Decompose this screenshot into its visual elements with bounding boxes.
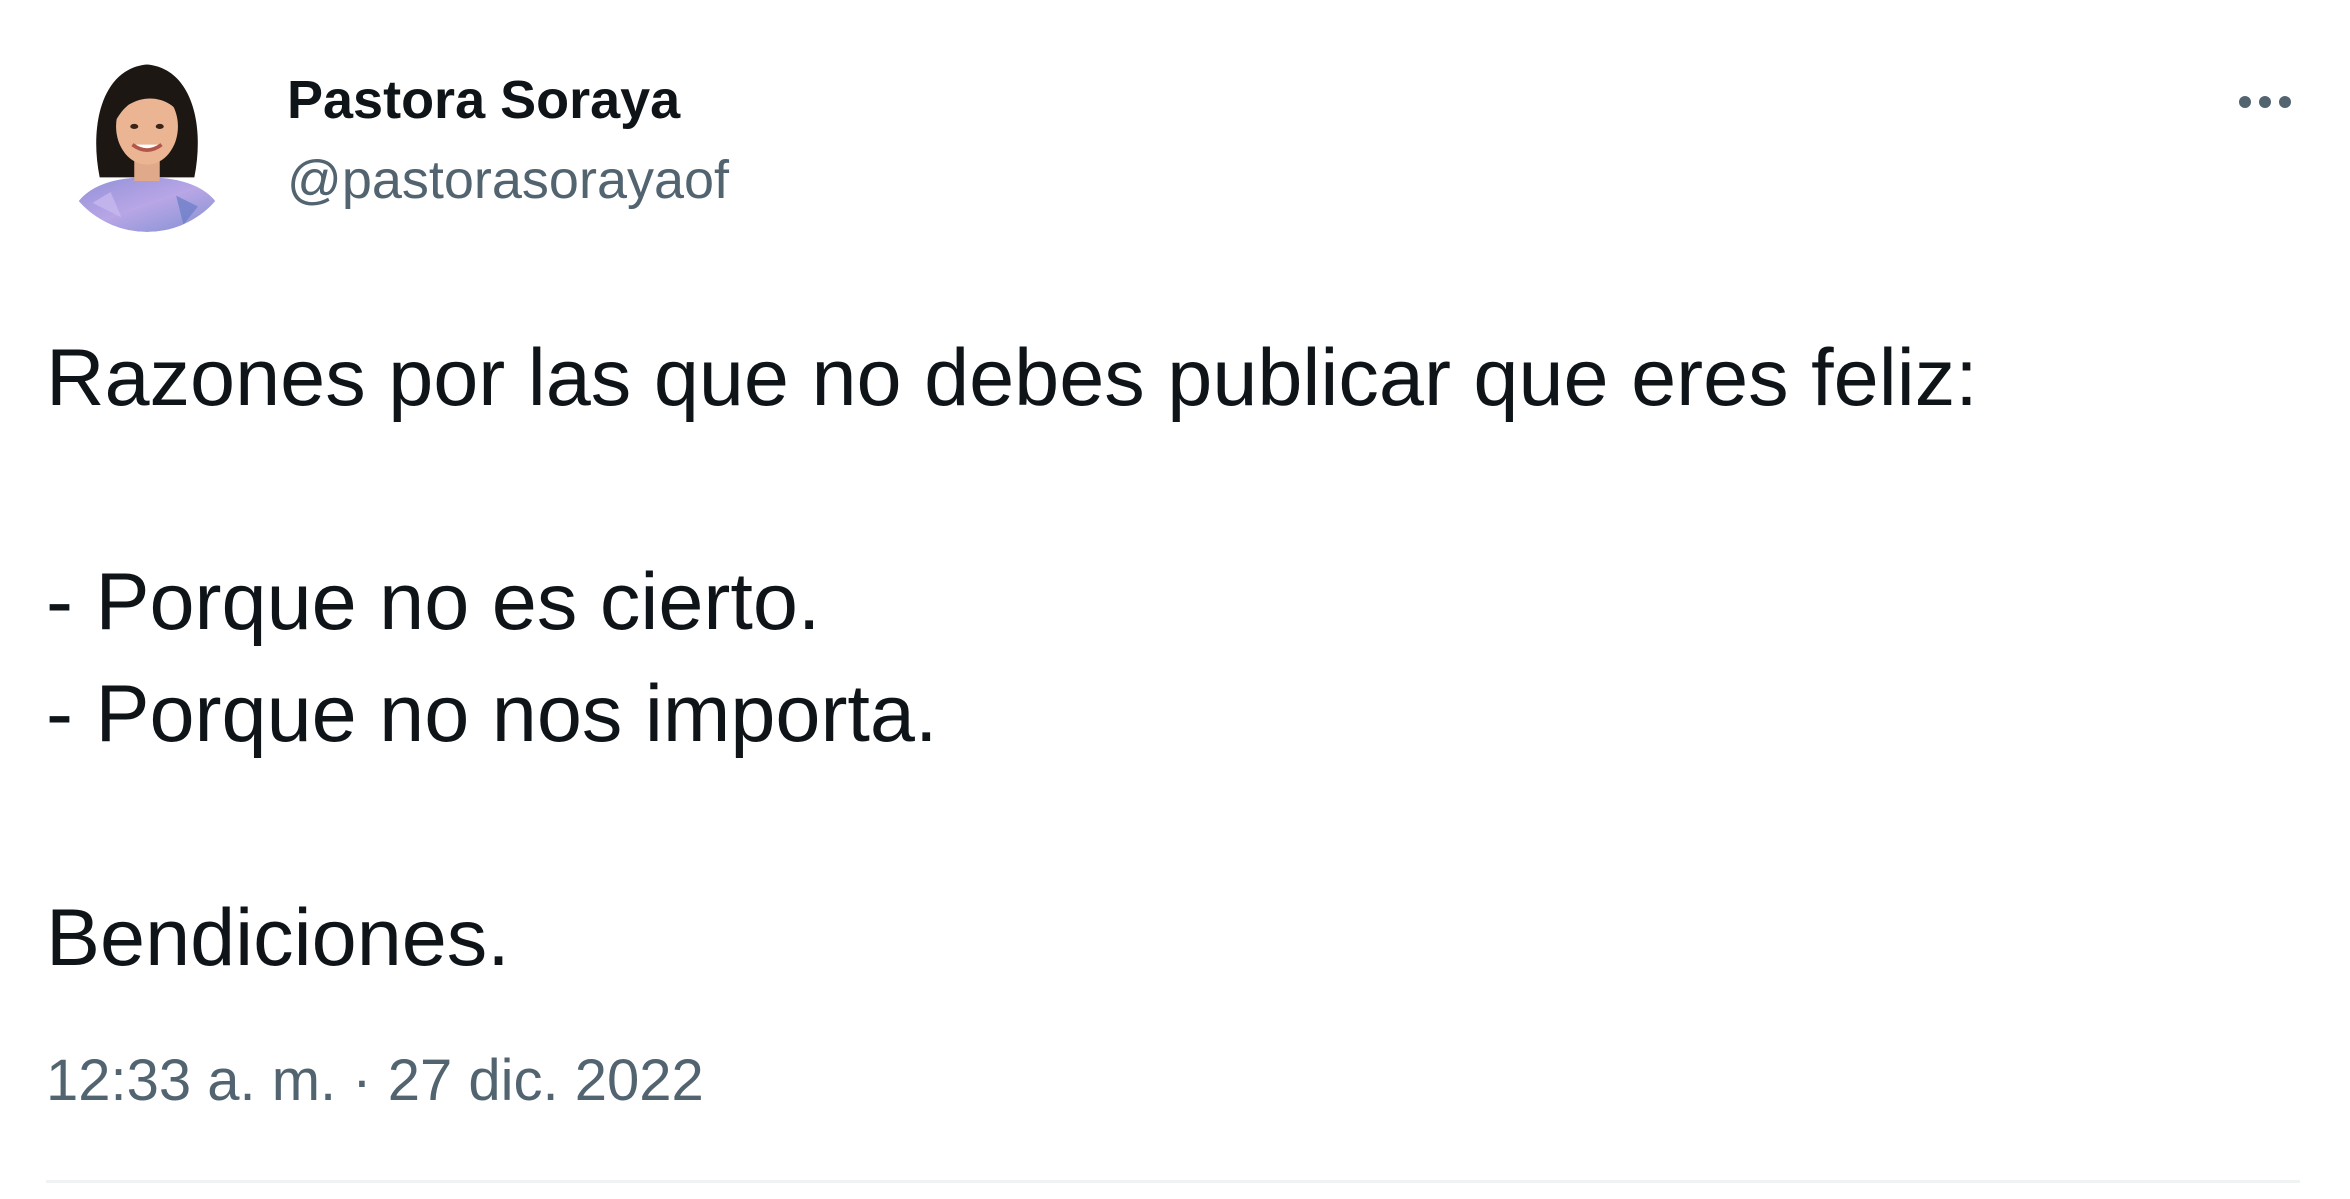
tweet-text-line: Razones por las que no debes publicar qu… (46, 333, 1978, 423)
tweet-text-line: Bendiciones. (46, 893, 510, 983)
tweet-card: Pastora Soraya @pastorasorayaof Razones … (0, 0, 2350, 1199)
tweet-text-line: - Porque no es cierto. (46, 557, 821, 647)
timestamp-separator: · (336, 1048, 388, 1113)
tweet-date[interactable]: 27 dic. 2022 (388, 1048, 704, 1113)
author-handle[interactable]: @pastorasorayaof (287, 148, 729, 212)
more-horizontal-icon (2239, 96, 2291, 108)
more-options-button[interactable] (2230, 72, 2300, 132)
author-display-name[interactable]: Pastora Soraya (287, 68, 680, 132)
tweet-timestamp[interactable]: 12:33 a. m. · 27 dic. 2022 (46, 1046, 704, 1116)
avatar[interactable] (56, 50, 238, 232)
tweet-text: Razones por las que no debes publicar qu… (46, 322, 2296, 994)
profile-photo-icon (56, 50, 238, 232)
tweet-text-line: - Porque no nos importa. (46, 669, 938, 759)
divider (46, 1180, 2300, 1183)
tweet-time[interactable]: 12:33 a. m. (46, 1048, 336, 1113)
